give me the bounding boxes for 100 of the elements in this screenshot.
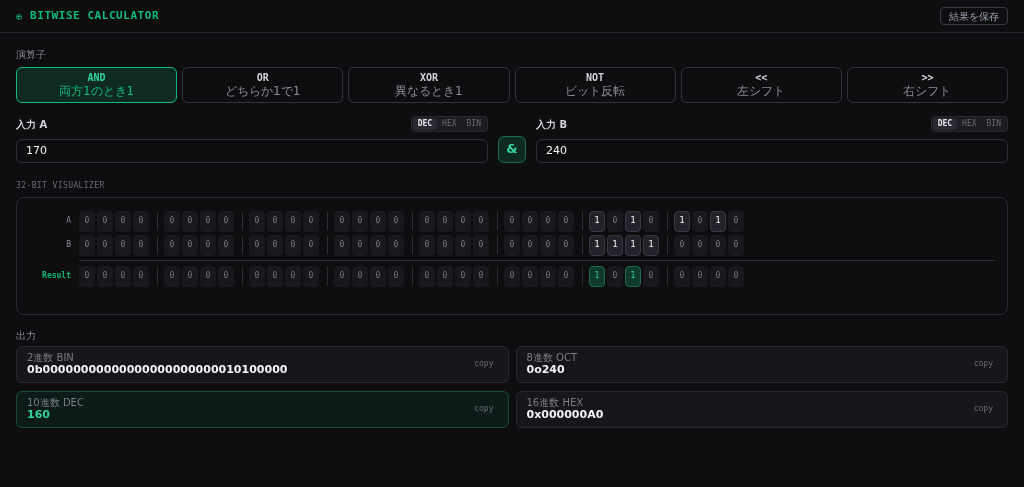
bit-cell: 1	[589, 265, 605, 287]
bit-cell: 0	[267, 210, 283, 232]
bit-cell: 0	[249, 234, 265, 256]
bit-cell: 0	[473, 234, 489, 256]
bit-cell: 0	[437, 265, 453, 287]
bit-cell: 0	[370, 210, 386, 232]
bit-cell: 0	[200, 234, 216, 256]
bit-cell: 0	[522, 210, 538, 232]
bit-cell: 0	[133, 234, 149, 256]
bit-cell: 0	[97, 210, 113, 232]
output-label: 10進数 DEC	[27, 396, 84, 408]
bit-cell: 0	[352, 234, 368, 256]
format-tab[interactable]: DEC	[412, 118, 438, 130]
bit-cell: 0	[710, 234, 726, 256]
section-label: 演算子	[16, 48, 47, 62]
bit-cell: 0	[352, 210, 368, 232]
output-label: 2進数 BIN	[27, 351, 75, 363]
bit-cell: 0	[303, 265, 319, 287]
bit-cell: 0	[218, 265, 234, 287]
operator-button[interactable]: AND 両方1のとき1	[16, 67, 178, 103]
bit-cell: 0	[692, 234, 708, 256]
bit-cell: 0	[643, 265, 659, 287]
format-tab[interactable]: DEC	[932, 118, 958, 130]
save-button[interactable]: 結果を保存	[940, 7, 1008, 25]
bit-cell: 1	[625, 265, 641, 287]
input-label: 入力 A	[16, 117, 48, 132]
output-value: 160	[27, 407, 50, 422]
output-value: 0o240	[526, 362, 566, 377]
number-field[interactable]: 240	[536, 138, 1008, 163]
bit-cell: 1	[643, 234, 659, 256]
row-label: B	[65, 239, 72, 251]
bit-cell: 0	[728, 210, 744, 232]
bit-cell: 1	[674, 210, 690, 232]
copy-button[interactable]: copy	[973, 358, 993, 370]
copy-button[interactable]: copy	[474, 358, 494, 370]
operator-button[interactable]: NOT ビット反転	[514, 67, 676, 103]
bit-cell: 0	[437, 234, 453, 256]
bit-cell: 0	[504, 265, 520, 287]
bit-cell: 0	[455, 234, 471, 256]
operator-button[interactable]: << 左シフト	[680, 67, 842, 103]
bit-cell: 0	[200, 265, 216, 287]
bit-cell: 0	[419, 234, 435, 256]
bit-cell: 0	[334, 234, 350, 256]
bit-cell: 0	[437, 210, 453, 232]
bit-cell: 0	[303, 210, 319, 232]
bit-cell: 1	[589, 210, 605, 232]
operator-button[interactable]: OR どちらか1で1	[182, 67, 344, 103]
output-value: 0b00000000000000000000000010100000	[27, 362, 288, 377]
bit-cell: 0	[79, 234, 95, 256]
operator-button[interactable]: >> 右シフト	[846, 67, 1008, 103]
bit-cell: 0	[164, 210, 180, 232]
bit-cell: 0	[607, 210, 623, 232]
bit-cell: 0	[473, 265, 489, 287]
bit-cell: 0	[370, 234, 386, 256]
bit-cell: 0	[643, 210, 659, 232]
output-label: 16進数 HEX	[526, 396, 585, 408]
bit-cell: 0	[692, 210, 708, 232]
bit-cell: 0	[473, 210, 489, 232]
bit-cell: 0	[558, 210, 574, 232]
bit-cell: 0	[419, 265, 435, 287]
output-label: 8進数 OCT	[526, 351, 577, 363]
bit-cell: 1	[710, 210, 726, 232]
copy-button[interactable]: copy	[973, 403, 993, 415]
bit-cell: 0	[522, 265, 538, 287]
bit-cell: 0	[674, 234, 690, 256]
bit-cell: 0	[182, 234, 198, 256]
bit-cell: 0	[455, 265, 471, 287]
bit-cell: 0	[249, 265, 265, 287]
bit-cell: 1	[625, 210, 641, 232]
bit-cell: 0	[115, 210, 131, 232]
bit-cell: 0	[97, 234, 113, 256]
bit-cell: 0	[285, 210, 301, 232]
bit-cell: 0	[115, 234, 131, 256]
bit-cell: 1	[589, 234, 605, 256]
section-label: 出力	[16, 328, 37, 343]
bit-cell: 1	[607, 234, 623, 256]
bit-cell: 0	[133, 210, 149, 232]
bit-cell: 0	[728, 265, 744, 287]
bit-cell: 0	[522, 234, 538, 256]
bit-cell: 0	[558, 234, 574, 256]
input-label: 入力 B	[536, 117, 568, 132]
bit-cell: 0	[164, 265, 180, 287]
bit-cell: 0	[218, 210, 234, 232]
bit-cell: 0	[303, 234, 319, 256]
bit-cell: 0	[728, 234, 744, 256]
bit-cell: 0	[558, 265, 574, 287]
operator-button[interactable]: XOR 異なるとき1	[348, 67, 510, 103]
bit-cell: 0	[388, 210, 404, 232]
bit-cell: 0	[388, 234, 404, 256]
bit-cell: 0	[540, 234, 556, 256]
bit-cell: 0	[115, 265, 131, 287]
bit-cell: 0	[182, 210, 198, 232]
bit-cell: 0	[267, 265, 283, 287]
bit-cell: 0	[249, 210, 265, 232]
bit-cell: 0	[218, 234, 234, 256]
bit-cell: 0	[388, 265, 404, 287]
bit-cell: 0	[79, 210, 95, 232]
bit-cell: 0	[79, 265, 95, 287]
number-field[interactable]: 170	[16, 138, 488, 163]
bit-cell: 0	[540, 210, 556, 232]
